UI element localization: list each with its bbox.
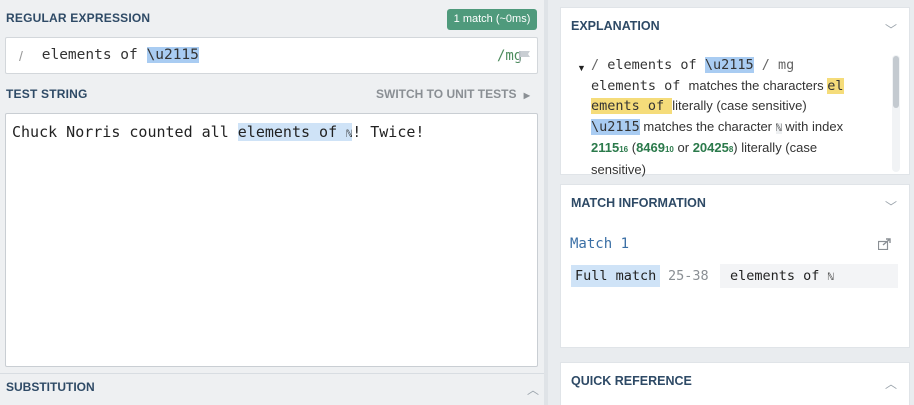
chevron-up-icon[interactable]: ︿	[527, 381, 539, 398]
quick-reference-panel: QUICK REFERENCE ︿	[560, 362, 910, 405]
switch-to-unit-tests-button[interactable]: SWITCH TO UNIT TESTS ▶	[376, 87, 530, 101]
substitution-section[interactable]: SUBSTITUTION ︿	[0, 373, 544, 405]
explanation-scrollbar[interactable]	[892, 55, 900, 172]
regex-pattern[interactable]: elements of \u2115	[33, 47, 199, 63]
test-string-text[interactable]: Chuck Norris counted all elements of ℕ! …	[12, 123, 424, 141]
full-match-label: Full match	[571, 265, 661, 287]
regex-escape-token: \u2115	[146, 47, 199, 63]
match-title: Match 1	[570, 236, 630, 252]
substitution-label: SUBSTITUTION	[6, 380, 95, 394]
regex-delimiter: /	[19, 48, 23, 64]
chevron-down-icon[interactable]: ﹀	[885, 21, 897, 38]
quick-reference-title: QUICK REFERENCE	[571, 374, 692, 388]
sidebar: EXPLANATION ﹀ ▼ / elements of \u2115 / m…	[548, 0, 914, 405]
match-information-panel: MATCH INFORMATION ﹀ Match 1 Full match 2…	[560, 184, 910, 348]
chevron-up-icon[interactable]: ︿	[885, 375, 897, 392]
expand-triangle-icon[interactable]: ▼	[577, 63, 586, 73]
explanation-panel: EXPLANATION ﹀ ▼ / elements of \u2115 / m…	[560, 7, 910, 177]
explanation-body: / elements of \u2115 / mg elements of ma…	[591, 57, 844, 177]
editor-pane: REGULAR EXPRESSION 1 match (~0ms) / elem…	[0, 0, 544, 405]
match-count-badge: 1 match (~0ms)	[447, 9, 537, 30]
chevron-down-icon[interactable]: ﹀	[885, 198, 897, 215]
match-information-title: MATCH INFORMATION	[571, 196, 706, 210]
regex-input[interactable]: / elements of \u2115 /mg	[5, 37, 538, 74]
explanation-title: EXPLANATION	[571, 19, 660, 33]
match-highlight: elements of ℕ	[237, 123, 353, 141]
caret-right-icon: ▶	[523, 91, 530, 100]
match-value[interactable]: elements of ℕ	[720, 264, 898, 288]
regex-section-label: REGULAR EXPRESSION	[6, 11, 151, 25]
share-icon[interactable]	[878, 238, 891, 250]
flag-icon[interactable]	[519, 51, 531, 62]
test-string-input[interactable]: Chuck Norris counted all elements of ℕ! …	[5, 113, 538, 367]
scrollbar-thumb[interactable]	[893, 56, 899, 108]
match-range: 25-38	[668, 268, 709, 284]
test-string-label: TEST STRING	[6, 87, 88, 101]
